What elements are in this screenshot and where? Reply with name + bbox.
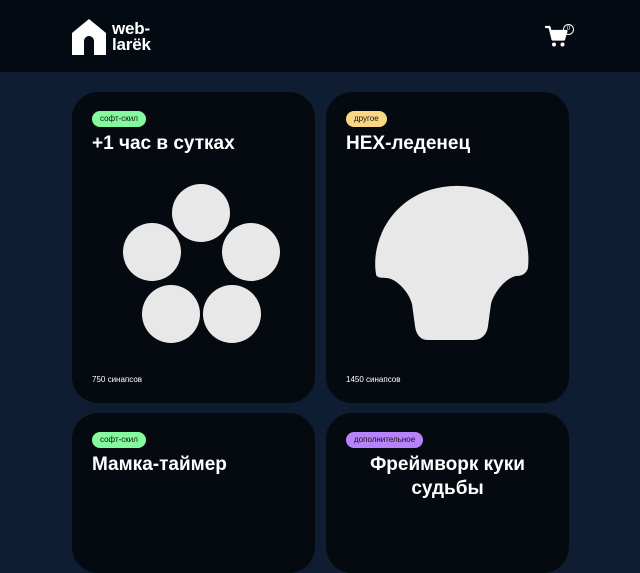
logo-text: web- larёk (112, 20, 151, 54)
card-title: Фреймворк куки судьбы (370, 454, 525, 499)
five-circles-image (123, 184, 280, 343)
logo-text-line2: larёk (112, 35, 151, 54)
card[interactable]: софт-скил Мамка-таймер (72, 413, 315, 573)
card-category: софт-скил (92, 111, 146, 127)
card[interactable]: другое HEX-леденец 1450 синапсов (326, 92, 569, 403)
site-header: web- larёk 0 (0, 0, 640, 72)
card-title: HEX-леденец (346, 133, 471, 154)
shell-shape-image (375, 185, 529, 340)
card-price: 1450 синапсов (346, 375, 401, 384)
card-title: Мамка-таймер (92, 454, 227, 475)
basket-button[interactable]: 0 (543, 22, 575, 50)
card-category: другое (346, 111, 387, 127)
card[interactable]: дополнительное Фреймворк куки судьбы (326, 413, 569, 573)
card-title: +1 час в сутках (92, 133, 235, 154)
card-price: 750 синапсов (92, 375, 143, 384)
card-category: дополнительное (346, 432, 424, 448)
house-logo-icon (72, 19, 106, 55)
card-category: софт-скил (92, 432, 146, 448)
basket-counter: 0 (563, 24, 574, 35)
logo[interactable]: web- larёk (72, 18, 162, 56)
card[interactable]: софт-скил +1 час в сутках 750 синапсов (72, 92, 315, 403)
